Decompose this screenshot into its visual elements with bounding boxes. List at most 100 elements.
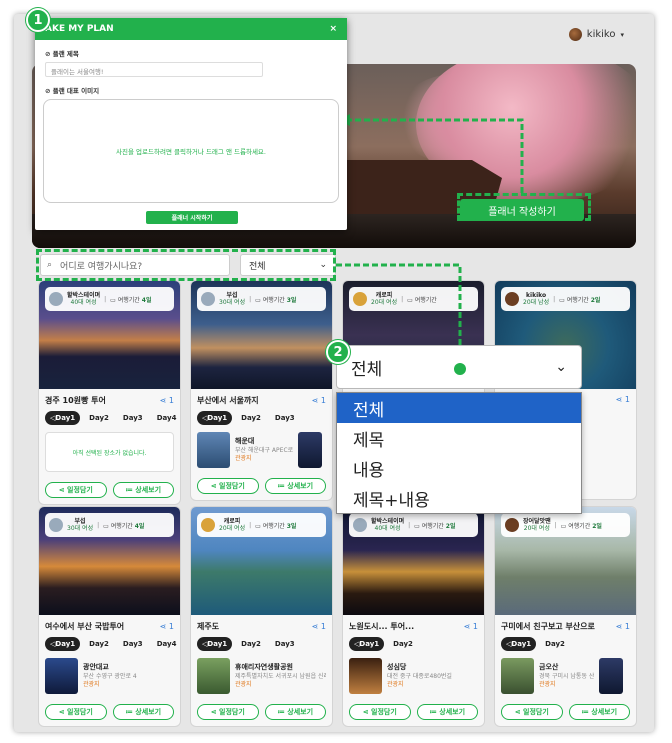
tab-day3[interactable]: Day3	[118, 411, 148, 425]
detail-button[interactable]: ≔ 상세보기	[264, 704, 326, 720]
option-content[interactable]: 내용	[337, 453, 581, 483]
share-icon: ⋖	[311, 622, 319, 631]
share-icon: ⋖	[159, 396, 167, 405]
list-icon: ≔	[581, 708, 589, 716]
tab-day1[interactable]: ◁Day1	[45, 411, 81, 425]
spot-item[interactable]: 금오산 경북 구미시 남통동 산 관광지	[495, 654, 636, 698]
tab-day3[interactable]: Day3	[270, 411, 300, 425]
card-photo: 부섭 30대 여성 | ▭ 여행기간 4일	[39, 507, 180, 615]
calendar-icon: ▭	[560, 522, 567, 530]
share-icon: ⋖	[58, 708, 65, 716]
add-schedule-button[interactable]: ⋖ 일정담기	[501, 704, 563, 720]
tab-day2[interactable]: Day2	[84, 411, 114, 425]
list-icon: ≔	[125, 486, 133, 494]
tab-day2[interactable]: Day2	[540, 637, 570, 651]
plan-card[interactable]: 캐로피 20대 여성 | ▭ 여행기간 3일 제주도 ⋖ 1 ◁Day1 Day2 …	[190, 506, 333, 727]
plan-title-label: ⊘ 플랜 제목	[45, 50, 79, 58]
spot-thumbnail	[197, 658, 230, 694]
detail-button[interactable]: ≔ 상세보기	[568, 704, 630, 720]
tab-day1[interactable]: ◁Day1	[45, 637, 81, 651]
plan-card[interactable]: 장어달맛땐 20대 여성 | ▭ 여행기간 2일 구미에서 친구보고 부산으로 ⋖ …	[494, 506, 637, 727]
avatar	[201, 518, 215, 532]
avatar	[568, 28, 582, 41]
add-schedule-button[interactable]: ⋖ 일정담기	[45, 704, 107, 720]
share-count[interactable]: ⋖ 1	[464, 622, 478, 631]
detail-button[interactable]: ≔ 상세보기	[112, 482, 174, 498]
card-author-badge: 캐로피 20대 여성 | ▭ 여행기간 3일	[197, 513, 326, 537]
share-icon: ⋖	[615, 395, 623, 404]
card-photo: 장어달맛땐 20대 여성 | ▭ 여행기간 2일	[495, 507, 636, 615]
callout-badge-2: 2	[326, 340, 350, 364]
highlight-search-bar	[36, 249, 336, 281]
spot-item[interactable]: 해운대 부산 해운대구 APEC로 관광지	[191, 428, 332, 472]
share-count[interactable]: ⋖ 1	[312, 622, 326, 631]
day-tabs: ◁Day1 Day2 Day3 Day4	[39, 634, 180, 654]
tab-day2[interactable]: Day2	[84, 637, 114, 651]
tab-day4[interactable]: Day4	[152, 411, 180, 425]
share-count[interactable]: ⋖ 1	[160, 622, 174, 631]
tab-day3[interactable]: Day3	[270, 637, 300, 651]
plan-card[interactable]: 부섭 30대 여성 | ▭ 여행기간 4일 여수에서 부산 국밥투어 ⋖ 1 ◁Da…	[38, 506, 181, 727]
tab-day3[interactable]: Day3	[118, 637, 148, 651]
card-author-badge: 부섭 30대 여성 | ▭ 여행기간 4일	[45, 513, 174, 537]
detail-button[interactable]: ≔ 상세보기	[264, 478, 326, 494]
card-title: 부산에서 서울까지	[197, 396, 259, 405]
close-icon[interactable]: ×	[329, 24, 337, 34]
card-author-badge: 부섭 30대 여성 | ▭ 여행기간 3일	[197, 287, 326, 311]
spot-thumbnail	[501, 658, 534, 694]
tab-day1[interactable]: ◁Day1	[349, 637, 385, 651]
add-schedule-button[interactable]: ⋖ 일정담기	[45, 482, 107, 498]
spot-item[interactable]: 휴애리자연생활공원제주특별자치도 서귀포시 남원읍 신례동로관광지	[191, 654, 332, 698]
start-planner-button[interactable]: 플래너 시작하기	[146, 211, 238, 224]
tab-day1[interactable]: ◁Day1	[197, 637, 233, 651]
detail-button[interactable]: ≔ 상세보기	[416, 704, 478, 720]
add-schedule-button[interactable]: ⋖ 일정담기	[349, 704, 411, 720]
tab-day4[interactable]: Day4	[152, 637, 180, 651]
image-upload-dropzone[interactable]: 사진을 업로드하려면 클릭하거나 드래그 앤 드롭하세요.	[43, 99, 339, 203]
modal-title: AKE MY PLAN	[45, 24, 114, 34]
plan-card[interactable]: 할박스테이며 40대 여성 | ▭ 여행기간 4일 경주 10원빵 투어 ⋖ 1 ◁…	[38, 280, 181, 505]
search-type-options: 전체 제목 내용 제목+내용	[336, 392, 582, 514]
calendar-icon: ▭	[103, 522, 109, 530]
plan-title-input[interactable]: 플래이는 서울여행!	[45, 62, 263, 77]
avatar	[505, 292, 519, 306]
card-author-badge: 캐로피 20대 여성 | ▭ 여행기간	[349, 287, 478, 311]
tab-day1[interactable]: ◁Day1	[197, 411, 233, 425]
card-author-badge: 할박스테이며 40대 여성 | ▭ 여행기간 4일	[45, 287, 174, 311]
plan-card[interactable]: 할박스테이며 40대 여성 | ▭ 여행기간 2일 노원도시... 투어... ⋖ …	[342, 506, 485, 727]
share-icon: ⋖	[362, 708, 369, 716]
chevron-down-icon: ▾	[620, 30, 624, 39]
share-icon: ⋖	[210, 482, 217, 490]
option-title[interactable]: 제목	[337, 423, 581, 453]
share-icon: ⋖	[311, 396, 319, 405]
tab-day2[interactable]: Day2	[236, 411, 266, 425]
tab-day2[interactable]: Day2	[388, 637, 418, 651]
search-type-value: 전체	[351, 359, 383, 380]
share-count[interactable]: ⋖ 1	[616, 622, 630, 631]
spot-item[interactable]: 광안대교 부산 수영구 광안로 4 관광지	[39, 654, 180, 698]
list-icon: ≔	[429, 708, 437, 716]
tab-day2[interactable]: Day2	[236, 637, 266, 651]
tab-day1[interactable]: ◁Day1	[501, 637, 537, 651]
add-schedule-button[interactable]: ⋖ 일정담기	[197, 704, 259, 720]
card-title: 구미에서 친구보고 부산으로	[501, 622, 595, 631]
plan-card[interactable]: 부섭 30대 여성 | ▭ 여행기간 3일 부산에서 서울까지 ⋖ 1 ◁Day1 …	[190, 280, 333, 501]
share-icon: ⋖	[463, 622, 471, 631]
avatar	[49, 292, 63, 306]
option-all[interactable]: 전체	[337, 393, 581, 423]
share-count[interactable]: ⋖ 1	[616, 395, 630, 404]
spot-item[interactable]: 성심당 대전 중구 대종로480번길 관광지	[343, 654, 484, 698]
card-title: 경주 10원빵 투어	[45, 396, 106, 405]
share-count[interactable]: ⋖ 1	[160, 396, 174, 405]
list-icon: ≔	[277, 482, 285, 490]
share-count[interactable]: ⋖ 1	[312, 396, 326, 405]
add-schedule-button[interactable]: ⋖ 일정담기	[197, 478, 259, 494]
chevron-down-icon: ⌄	[555, 359, 567, 375]
user-menu[interactable]: kikiko ▾	[568, 28, 624, 41]
option-title-content[interactable]: 제목+내용	[337, 483, 581, 513]
calendar-icon: ▭	[255, 522, 261, 530]
spot-thumbnail	[45, 658, 78, 694]
make-plan-modal: AKE MY PLAN × ⊘ 플랜 제목 플래이는 서울여행! ⊘ 플랜 대표…	[35, 18, 347, 230]
card-author-badge: kikiko 20대 남성 | ▭ 여행기간 2일	[501, 287, 630, 311]
detail-button[interactable]: ≔ 상세보기	[112, 704, 174, 720]
